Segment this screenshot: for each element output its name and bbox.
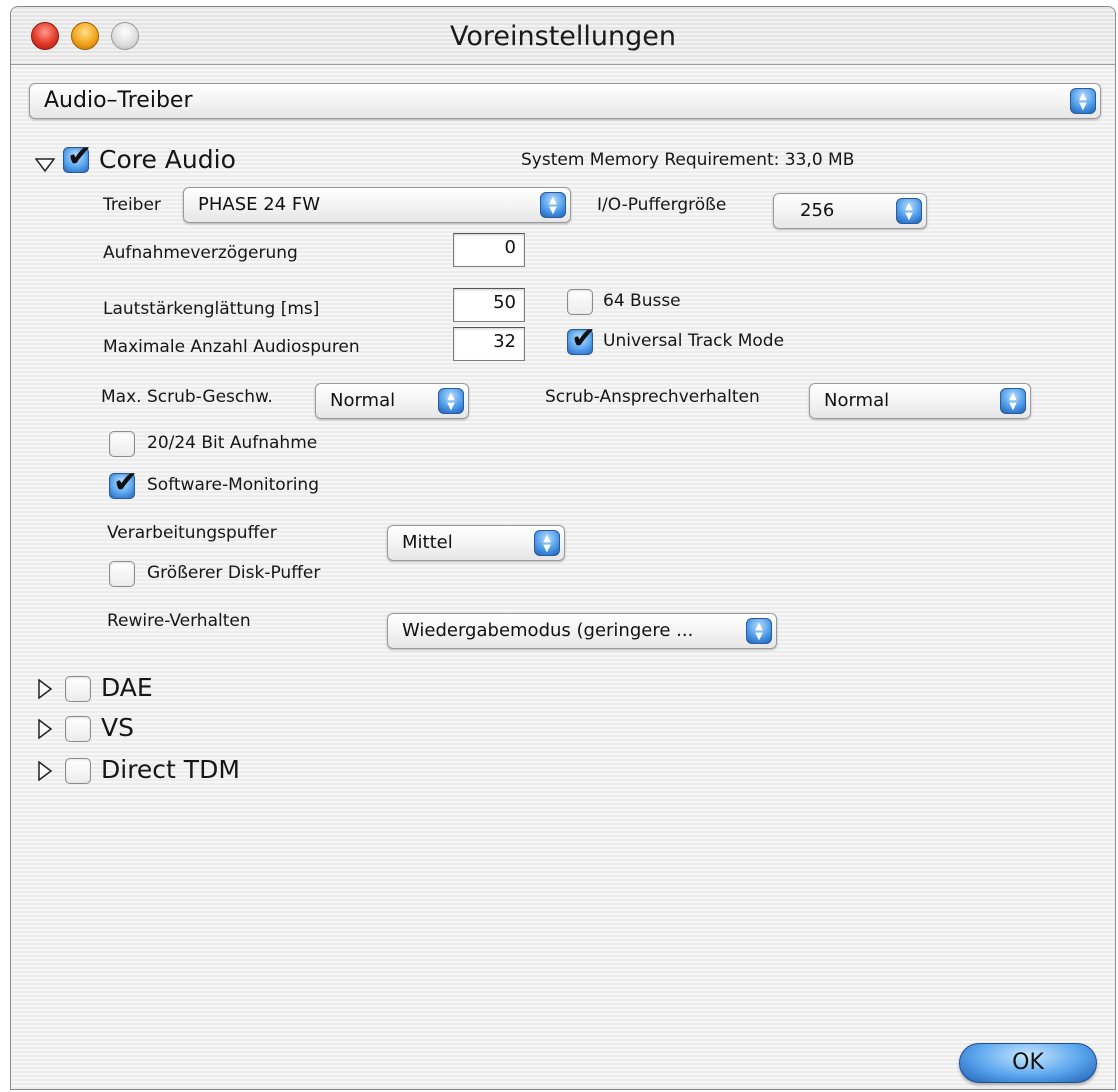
driver-label: Treiber [103, 195, 161, 215]
ok-button[interactable]: OK [959, 1043, 1097, 1083]
driver-row-direct-tdm[interactable]: Direct TDM [11, 753, 411, 789]
software-monitoring-label: Software-Monitoring [147, 475, 319, 495]
driver-popup-value: PHASE 24 FW [198, 194, 321, 215]
window-title: Voreinstellungen [450, 21, 676, 52]
core-audio-checkbox[interactable]: ✔ [63, 139, 92, 174]
driver-row-vs[interactable]: VS [11, 711, 411, 747]
volume-smoothing-field[interactable]: 50 [453, 288, 525, 322]
disk-buffer-checkbox[interactable] [109, 561, 135, 587]
bit-record-checkbox[interactable] [109, 431, 135, 457]
disk-buffer-label: Größerer Disk-Puffer [147, 563, 321, 583]
preferences-window: Voreinstellungen Audio–Treiber ▲ ▼ ✔ Core… [10, 6, 1116, 1090]
direct-tdm-label: Direct TDM [101, 755, 240, 784]
scrub-speed-label: Max. Scrub-Geschw. [101, 387, 273, 407]
scrub-speed-value: Normal [330, 390, 396, 411]
buffer-size-label: I/O-Puffergröße [597, 195, 727, 215]
rewire-popup[interactable]: Wiedergabemodus (geringere ... ▲ ▼ [387, 613, 777, 649]
checkmark-icon: ✔ [67, 139, 93, 174]
vs-label: VS [101, 713, 134, 742]
disclosure-open-icon[interactable] [35, 157, 55, 173]
popup-arrows-icon: ▲ ▼ [438, 388, 464, 414]
memory-requirement: System Memory Requirement: 33,0 MB [521, 150, 855, 170]
category-popup[interactable]: Audio–Treiber ▲ ▼ [29, 83, 1101, 119]
popup-arrows-icon: ▲ ▼ [1000, 388, 1026, 414]
bit-record-label: 20/24 Bit Aufnahme [147, 433, 318, 453]
processing-buffer-label: Verarbeitungspuffer [107, 523, 277, 543]
volume-smoothing-label: Lautstärkenglättung [ms] [103, 299, 320, 319]
driver-row-dae[interactable]: DAE [11, 671, 411, 707]
scrub-response-popup[interactable]: Normal ▲ ▼ [809, 383, 1031, 419]
rewire-value: Wiedergabemodus (geringere ... [402, 620, 694, 641]
record-delay-label: Aufnahmeverzögerung [103, 243, 298, 263]
max-tracks-label: Maximale Anzahl Audiospuren [103, 337, 360, 357]
direct-tdm-checkbox[interactable] [65, 758, 91, 784]
core-audio-label: Core Audio [99, 145, 236, 174]
dae-checkbox[interactable] [65, 676, 91, 702]
universal-track-label: Universal Track Mode [603, 331, 785, 351]
max-tracks-field[interactable]: 32 [453, 327, 525, 361]
popup-arrows-icon: ▲ ▼ [1070, 88, 1096, 114]
popup-arrows-icon: ▲ ▼ [896, 198, 922, 224]
title-bar[interactable]: Voreinstellungen [11, 7, 1115, 65]
driver-popup[interactable]: PHASE 24 FW ▲ ▼ [183, 187, 571, 223]
rewire-label: Rewire-Verhalten [107, 611, 251, 631]
checkmark-icon: ✔ [113, 465, 139, 500]
processing-buffer-value: Mittel [402, 532, 453, 553]
software-monitoring-checkbox[interactable]: ✔ [109, 465, 138, 500]
scrub-response-label: Scrub-Ansprechverhalten [545, 387, 760, 407]
vs-checkbox[interactable] [65, 716, 91, 742]
processing-buffer-popup[interactable]: Mittel ▲ ▼ [387, 525, 565, 561]
busses-checkbox[interactable] [567, 289, 593, 315]
disclosure-closed-icon[interactable] [37, 679, 53, 699]
category-popup-value: Audio–Treiber [44, 88, 193, 113]
disclosure-closed-icon[interactable] [37, 761, 53, 781]
busses-label: 64 Busse [603, 291, 681, 311]
universal-track-checkbox[interactable]: ✔ [567, 321, 596, 356]
popup-arrows-icon: ▲ ▼ [540, 192, 566, 218]
buffer-size-value: 256 [800, 200, 835, 221]
popup-arrows-icon: ▲ ▼ [534, 530, 560, 556]
buffer-size-popup[interactable]: 256 ▲ ▼ [773, 193, 927, 229]
dae-label: DAE [101, 673, 153, 702]
scrub-speed-popup[interactable]: Normal ▲ ▼ [315, 383, 469, 419]
disclosure-closed-icon[interactable] [37, 719, 53, 739]
popup-arrows-icon: ▲ ▼ [746, 618, 772, 644]
record-delay-field[interactable]: 0 [453, 233, 525, 267]
scrub-response-value: Normal [824, 390, 890, 411]
checkmark-icon: ✔ [571, 321, 597, 356]
